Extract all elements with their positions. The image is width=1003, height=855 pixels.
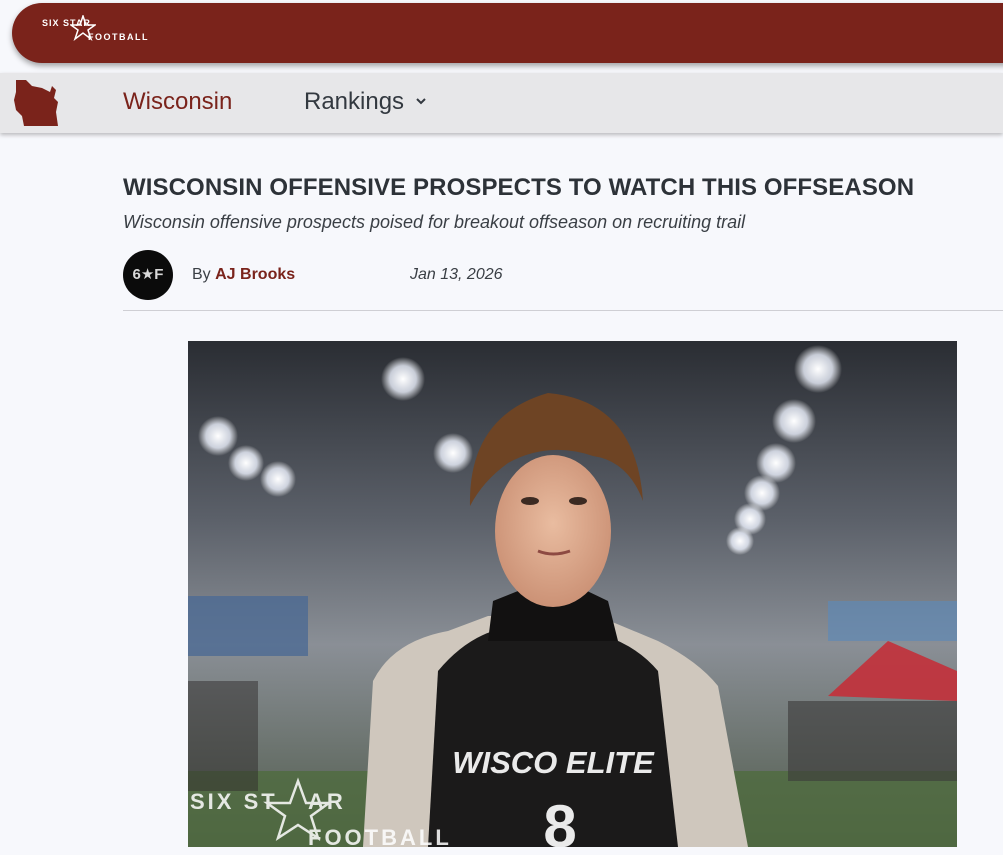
article-title: WISCONSIN OFFENSIVE PROSPECTS TO WATCH T… [123, 174, 915, 201]
author-link[interactable]: AJ Brooks [215, 266, 295, 283]
author-avatar[interactable]: 6★F [123, 250, 173, 300]
featured-photo: WISCO ELITE 8 SIX ST AR FOOTBALL [188, 341, 957, 847]
nav-rankings-dropdown[interactable]: Rankings [304, 88, 426, 116]
publish-date: Jan 13, 2026 [410, 266, 503, 283]
byline: By AJ Brooks [192, 266, 295, 284]
svg-text:FOOTBALL: FOOTBALL [308, 825, 452, 847]
chevron-down-icon [408, 85, 427, 112]
svg-text:AR: AR [308, 789, 346, 814]
nav-rankings-label: Rankings [304, 88, 405, 115]
site-logo[interactable]: SIX STAR FOOTBALL [42, 15, 172, 55]
header-divider [123, 310, 1003, 311]
svg-text:SIX ST: SIX ST [190, 789, 278, 814]
nav-link-wisconsin[interactable]: Wisconsin [123, 88, 232, 116]
site-header: SIX STAR FOOTBALL [12, 3, 1003, 63]
logo-text-football: FOOTBALL [88, 32, 149, 42]
article-subtitle: Wisconsin offensive prospects poised for… [123, 212, 746, 232]
wisconsin-state-icon[interactable] [12, 78, 62, 133]
jersey-text: WISCO ELITE [452, 745, 655, 780]
byline-prefix: By [192, 266, 211, 283]
state-nav-bar: Wisconsin Rankings [0, 73, 1003, 133]
jersey-number: 8 [543, 793, 576, 847]
